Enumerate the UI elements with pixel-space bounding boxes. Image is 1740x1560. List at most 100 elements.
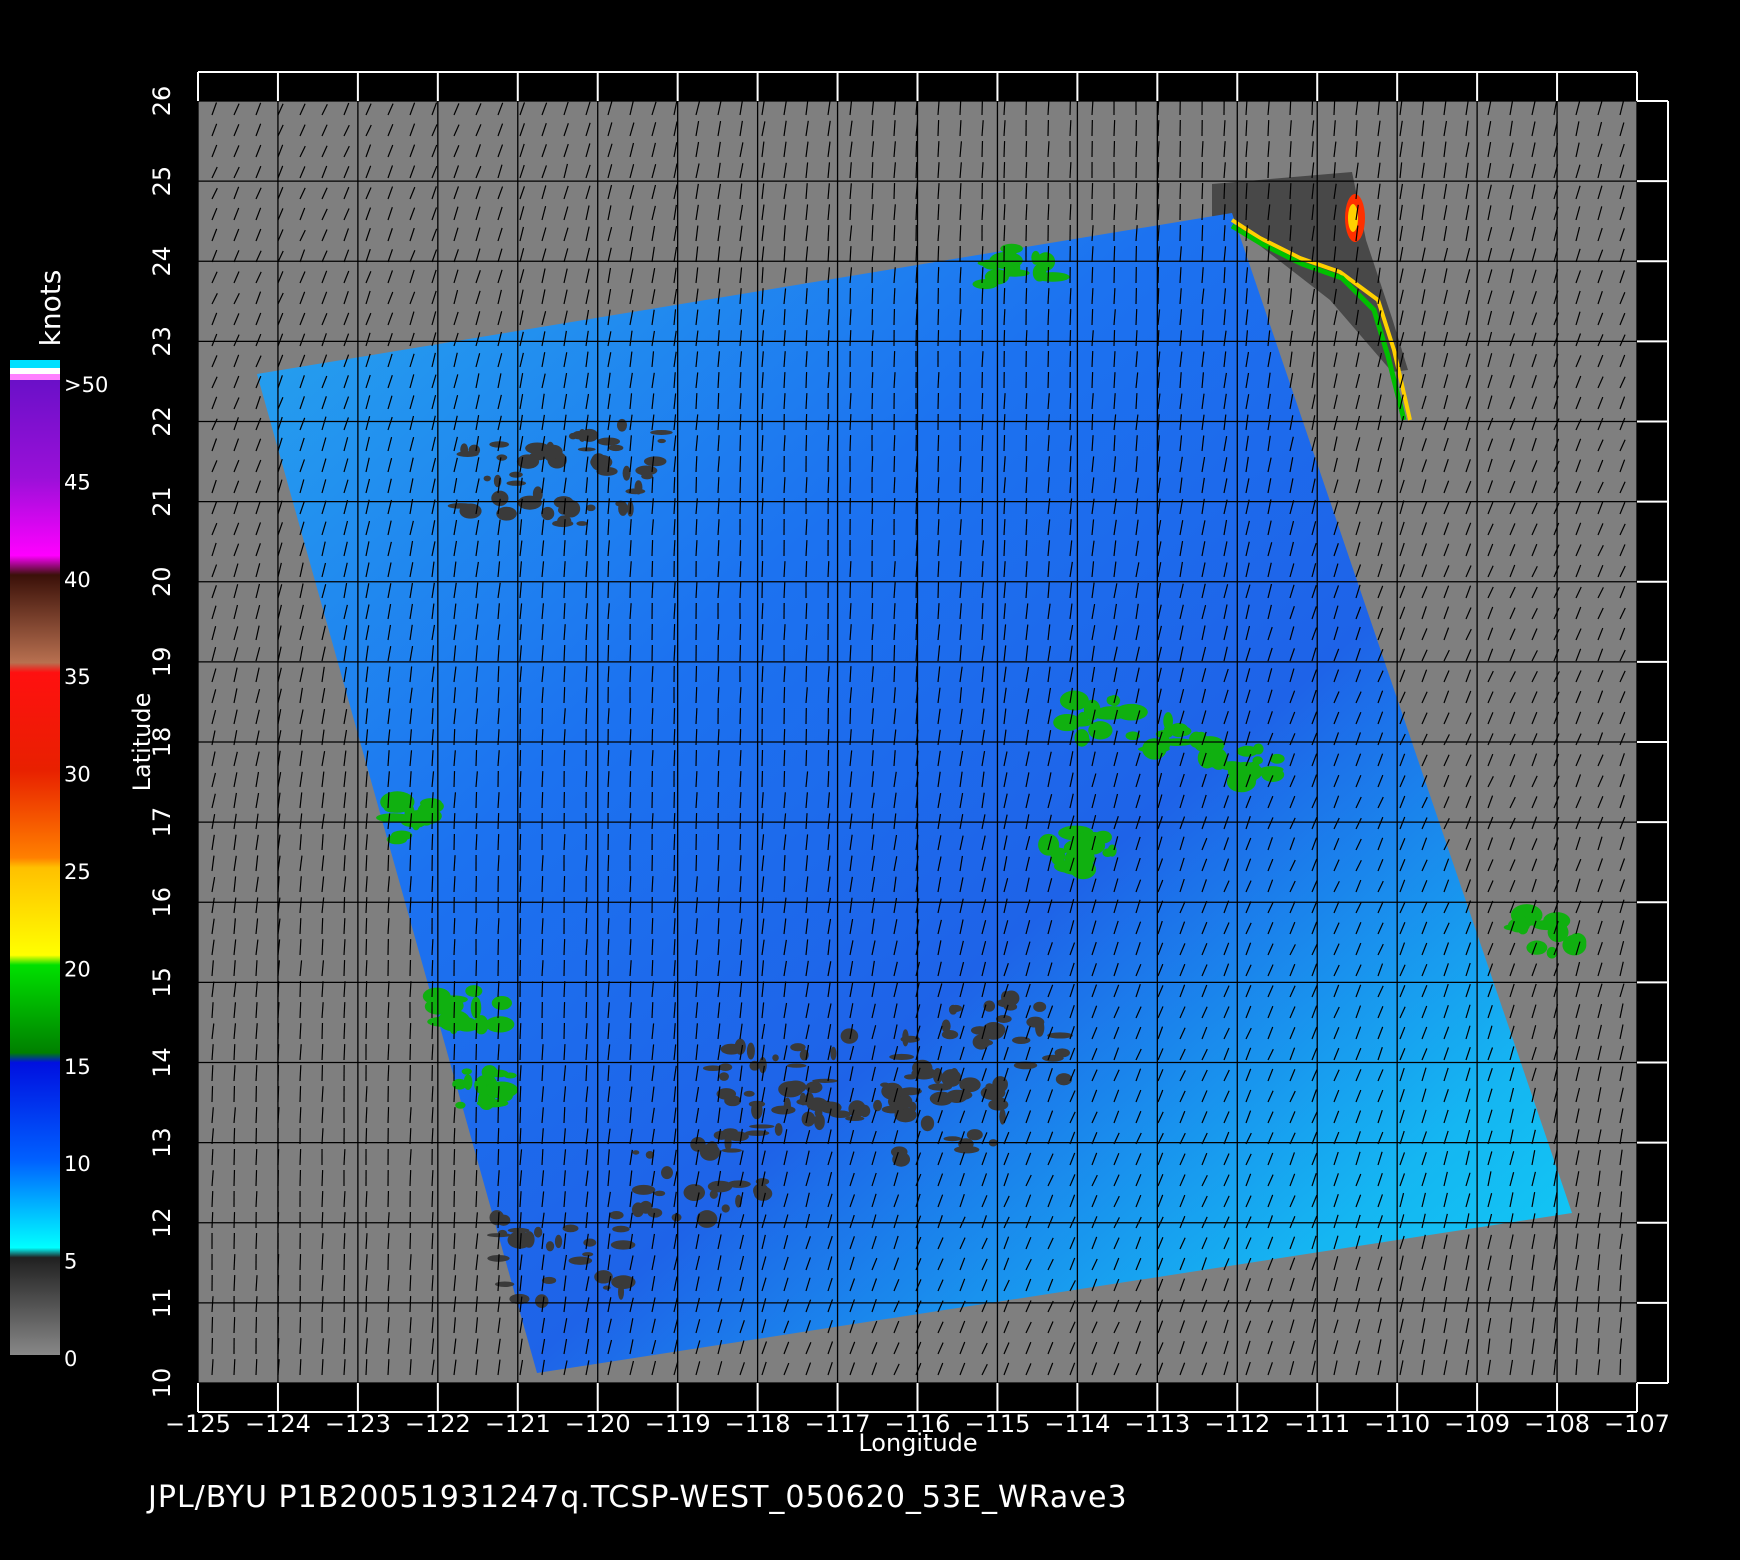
wind-vector [739,582,742,599]
wind-vector [981,393,984,410]
y-tick-label: 21 [148,486,176,517]
wind-vector [915,603,918,620]
wind-vector [651,939,654,956]
wind-vector [365,1191,368,1208]
x-tick-label: −113 [1124,1410,1190,1438]
rain-flag-patch [749,1124,775,1129]
figure-footer: JPL/BYU P1B20051931247q.TCSP-WEST_050620… [148,1480,1128,1515]
rain-flag-patch [743,1090,755,1097]
wind-vector [937,309,940,326]
x-tick-label: −110 [1364,1410,1430,1438]
rain-flag-patch [568,432,578,440]
x-tick-label: −118 [725,1410,791,1438]
wind-vector [981,246,984,263]
rain-flag-patch [1033,1001,1047,1012]
rain-flag-patch [772,1054,779,1062]
rain-flag-patch [746,1042,755,1060]
wind-vector [761,687,764,704]
wind-vector [475,1149,478,1166]
rain-flag-patch [892,1151,911,1167]
rain-flag-patch [657,438,666,444]
wind-vector [409,1275,412,1292]
wind-vector [629,708,632,725]
wind-vector [1201,183,1204,200]
rain-flag-patch [859,1104,871,1118]
x-tick-label: −107 [1604,1410,1670,1438]
wind-vector [541,876,544,893]
wind-vector [1157,162,1160,179]
rain-flag-patch [635,465,658,476]
rain-flag-patch [534,1294,549,1309]
x-tick-label: −121 [485,1410,551,1438]
wind-vector [365,918,368,935]
colorbar-tick-label: 20 [64,957,91,981]
rain-flag-patch [586,504,596,512]
wind-vector [761,477,764,494]
wind-vector [255,1191,258,1208]
wind-vector [651,1002,654,1019]
wind-vector [629,666,632,683]
wind-vector [1333,101,1336,116]
moderate-wind-patch [1204,761,1226,768]
wind-vector [277,1254,280,1271]
wind-vector [1179,183,1182,200]
x-tick-label: −119 [645,1410,711,1438]
wind-vector [673,813,676,830]
wind-vector [1003,435,1006,452]
wind-vector [1025,519,1028,536]
wind-vector [673,750,676,767]
wind-vector [453,771,456,788]
rain-flag-patch [920,1115,935,1132]
colorbar-cap [10,360,60,368]
wind-vector [651,687,654,704]
wind-vector [343,897,346,914]
wind-vector [1003,498,1006,515]
rain-flag-patch [632,1150,640,1155]
wind-vector [453,1002,456,1019]
rain-flag-patch [625,488,646,495]
wind-vector [233,1275,236,1292]
wind-vector [277,1086,280,1103]
wind-vector [1069,351,1072,368]
moderate-wind-patch [1035,272,1070,282]
rain-flag-patch [811,1086,820,1092]
rain-flag-patch [483,475,491,482]
x-tick-label: −120 [565,1410,631,1438]
rain-flag-patch [873,1099,882,1112]
wind-vector [849,330,852,347]
wind-vector [1025,204,1028,221]
moderate-wind-patch [484,1081,519,1099]
wind-vector [563,939,566,956]
wind-vector [387,1002,390,1019]
rain-flag-patch [643,456,667,467]
wind-vector [673,708,676,725]
wind-vector [255,1149,258,1166]
wind-vector [563,1107,566,1124]
wind-vector [871,372,874,389]
wind-vector [365,855,368,872]
wind-vector [497,1149,500,1166]
x-tick-label: −111 [1284,1410,1350,1438]
wind-vector [1069,393,1072,410]
wind-vector [1091,183,1094,200]
wind-vector [409,855,412,872]
wind-vector [519,1044,522,1061]
wind-vector [585,1065,588,1082]
wind-vector [629,876,632,893]
wind-vector [849,435,852,452]
wind-vector [343,1023,346,1040]
rain-flag-patch [734,1038,746,1055]
wind-vector [915,624,918,641]
wind-vector [1069,309,1072,326]
wind-vector [739,561,742,578]
rain-flag-patch [602,1285,611,1290]
wind-vector [387,1107,390,1124]
wind-vector [673,855,676,872]
wind-vector [1047,204,1050,221]
wind-vector [453,729,456,746]
colorbar-tick-label: 45 [64,470,91,494]
wind-vector [695,729,698,746]
wind-vector [739,645,742,662]
wind-vector [475,1170,478,1187]
wind-vector [453,813,456,830]
